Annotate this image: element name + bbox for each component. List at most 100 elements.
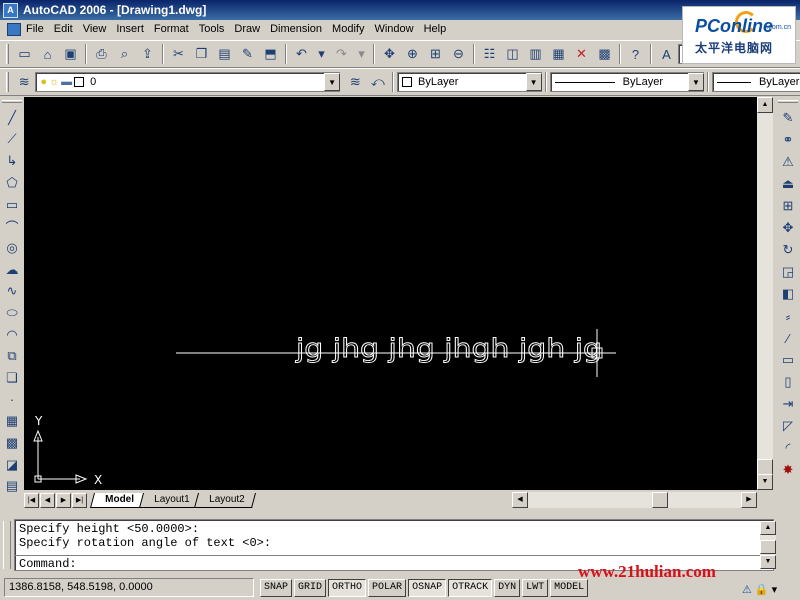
menu-window[interactable]: Window [369,20,418,39]
menu-insert[interactable]: Insert [111,20,149,39]
copy-object-icon[interactable]: ⚭ [777,129,799,151]
lwt-toggle[interactable]: LWT [522,578,549,597]
paste-icon[interactable]: ▤ [213,43,236,65]
trim-icon[interactable]: ⸗ [777,305,799,327]
offset-icon[interactable]: ⏏ [777,173,799,195]
hatch-icon[interactable]: ▦ [1,410,23,432]
properties-icon[interactable]: ☷ [478,43,501,65]
mirror-icon[interactable]: ⚠ [777,151,799,173]
menu-format[interactable]: Format [149,20,194,39]
scroll-down-icon[interactable]: ▼ [760,555,776,569]
command-window-grip[interactable] [3,521,11,569]
join-icon[interactable]: ⇥ [777,393,799,415]
horizontal-scroll-thumb[interactable] [652,492,668,508]
pan-icon[interactable]: ✥ [378,43,401,65]
block-editor-icon[interactable]: ⬒ [259,43,282,65]
prev-tab-icon[interactable]: ◀ [40,493,55,508]
redo-dropdown-icon[interactable]: ▾ [353,43,370,65]
sheet-set-icon[interactable]: ▦ [547,43,570,65]
toolbar-grip[interactable] [6,44,9,64]
circle-icon[interactable]: ◎ [1,237,23,259]
zoom-previous-icon[interactable]: ⊖ [447,43,470,65]
color-combo[interactable]: ByLayer ▼ [397,72,542,92]
toolbar-grip[interactable] [2,100,22,103]
cut-icon[interactable]: ✂ [167,43,190,65]
open-icon[interactable]: ⌂ [36,43,59,65]
toolbar-grip[interactable] [778,100,798,103]
coordinate-display[interactable]: 1386.8158, 548.5198, 0.0000 [4,578,254,597]
break-icon[interactable]: ▯ [777,371,799,393]
text-style-icon[interactable]: A [655,43,678,65]
region-icon[interactable]: ◪ [1,454,23,476]
undo-icon[interactable]: ↶ [290,43,313,65]
communication-center-icon[interactable]: ⚠ [742,583,752,596]
menu-view[interactable]: View [78,20,112,39]
make-block-icon[interactable]: ❏ [1,367,23,389]
copy-icon[interactable]: ❐ [190,43,213,65]
tab-layout1[interactable]: Layout1 [138,493,201,508]
vertical-scroll-thumb[interactable] [757,459,773,475]
menu-edit[interactable]: Edit [49,20,78,39]
scroll-down-icon[interactable]: ▼ [757,474,773,490]
next-tab-icon[interactable]: ▶ [56,493,71,508]
linetype-combo[interactable]: ByLayer ▼ [549,72,704,92]
make-object-layer-current-icon[interactable]: ≋ [344,71,366,93]
tab-model[interactable]: Model [89,493,145,508]
arc-icon[interactable]: ⌒ [1,215,23,237]
layer-combo[interactable]: ● ☼ ▬ 0 ▼ [35,72,341,92]
command-prompt[interactable]: Command: [19,557,77,570]
spline-icon[interactable]: ∿ [1,280,23,302]
rotate-icon[interactable]: ↻ [777,239,799,261]
first-tab-icon[interactable]: |◀ [24,493,39,508]
polygon-icon[interactable]: ⬠ [1,172,23,194]
chevron-down-icon[interactable]: ▼ [525,73,542,91]
lock-toolbar-icon[interactable]: 🔒 [755,583,769,596]
scale-icon[interactable]: ◲ [777,261,799,283]
extend-icon[interactable]: ⁄ [777,327,799,349]
drawing-canvas[interactable]: jg jhg jhg jhgh jgh jg Y X [24,97,757,490]
insert-block-icon[interactable]: ⧉ [1,345,23,367]
document-menu[interactable]: File [2,20,49,39]
scroll-up-icon[interactable]: ▲ [757,97,773,113]
undo-dropdown-icon[interactable]: ▾ [313,43,330,65]
command-scrollbar[interactable]: ▲ ▼ [760,521,776,569]
line-icon[interactable]: ╱ [1,107,23,129]
point-icon[interactable]: · [1,389,23,411]
plot-preview-icon[interactable]: ⌕ [113,43,136,65]
new-icon[interactable]: ▭ [13,43,36,65]
otrack-toggle[interactable]: OTRACK [448,578,493,597]
markup-icon[interactable]: ✕ [570,43,593,65]
chamfer-icon[interactable]: ◸ [777,415,799,437]
chevron-down-icon[interactable]: ▼ [688,73,704,91]
scroll-right-icon[interactable]: ▶ [741,492,757,508]
publish-icon[interactable]: ⇪ [136,43,159,65]
vertical-scrollbar[interactable]: ▲ ▼ [757,97,773,490]
grid-toggle[interactable]: GRID [294,578,327,597]
match-properties-icon[interactable]: ✎ [236,43,259,65]
tool-palettes-icon[interactable]: ▥ [524,43,547,65]
fillet-icon[interactable]: ◜ [777,437,799,459]
redo-icon[interactable]: ↷ [330,43,353,65]
ortho-toggle[interactable]: ORTHO [328,578,367,597]
menu-help[interactable]: Help [419,20,452,39]
dyn-toggle[interactable]: DYN [494,578,521,597]
lineweight-combo[interactable]: ByLayer [712,72,800,92]
table-icon[interactable]: ▤ [1,475,23,497]
gradient-icon[interactable]: ▩ [1,432,23,454]
command-scroll-thumb[interactable] [760,540,776,554]
layer-manager-icon[interactable]: ≋ [13,71,35,93]
array-icon[interactable]: ⊞ [777,195,799,217]
explode-icon[interactable]: ✸ [777,459,799,481]
erase-icon[interactable]: ✎ [777,107,799,129]
menu-dimension[interactable]: Dimension [265,20,327,39]
design-center-icon[interactable]: ◫ [501,43,524,65]
calculator-icon[interactable]: ▩ [593,43,616,65]
stretch-icon[interactable]: ◧ [777,283,799,305]
scroll-left-icon[interactable]: ◀ [512,492,528,508]
ellipse-icon[interactable]: ⬭ [1,302,23,324]
move-icon[interactable]: ✥ [777,217,799,239]
layer-previous-icon[interactable]: ⤺ [367,71,389,93]
polar-toggle[interactable]: POLAR [368,578,407,597]
print-icon[interactable]: ⎙ [90,43,113,65]
status-menu-icon[interactable]: ▾ [772,583,778,596]
